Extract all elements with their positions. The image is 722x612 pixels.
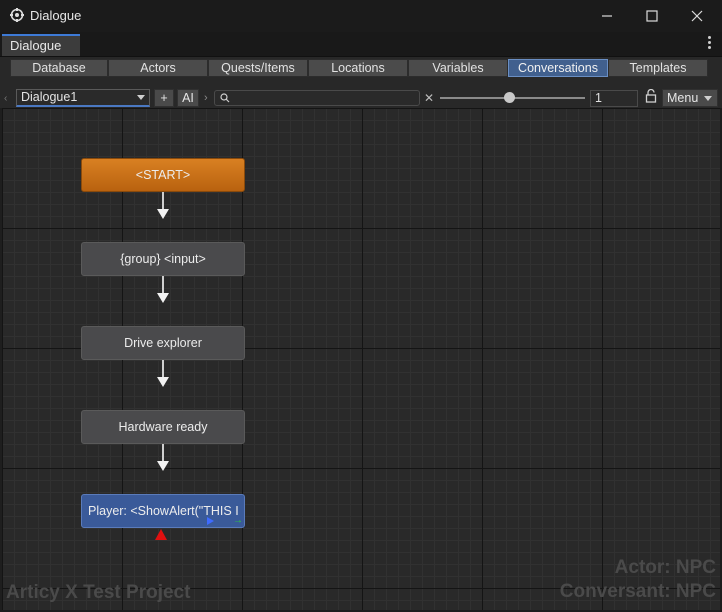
window-title: Dialogue xyxy=(30,8,82,23)
conversation-select[interactable]: Dialogue1 xyxy=(16,89,150,107)
red-arrow-icon xyxy=(155,529,167,540)
node-player-show-alert[interactable]: Player: <ShowAlert("THIS I xyxy=(81,494,245,528)
node-group-input[interactable]: {group} <input> xyxy=(81,242,245,276)
clear-search-icon[interactable]: ✕ xyxy=(424,91,434,105)
title-bar: Dialogue xyxy=(0,0,722,32)
project-watermark: Articy X Test Project xyxy=(6,582,191,603)
search-icon xyxy=(220,93,230,103)
tab-dialogue[interactable]: Dialogue xyxy=(2,34,80,56)
link-arrow-icon xyxy=(157,209,169,219)
unlock-icon[interactable] xyxy=(645,89,657,103)
node-hardware-ready[interactable]: Hardware ready xyxy=(81,410,245,444)
tab-variables[interactable]: Variables xyxy=(408,59,508,77)
tab-quests-items[interactable]: Quests/Items xyxy=(208,59,308,77)
add-conversation-button[interactable]: + xyxy=(154,89,174,107)
chevron-down-icon xyxy=(704,96,712,101)
conversation-toolbar: ‹ Dialogue1 + AI › ✕ 1 Menu xyxy=(0,89,722,109)
maximize-button[interactable] xyxy=(629,0,675,32)
maximize-icon xyxy=(646,10,658,22)
node-graph-canvas[interactable]: <START> {group} <input> Drive explorer H… xyxy=(2,108,720,610)
chevron-down-icon xyxy=(137,95,145,100)
actor-watermark: Actor: NPC xyxy=(614,557,716,578)
tab-database[interactable]: Database xyxy=(10,59,108,77)
search-input[interactable] xyxy=(214,90,420,106)
section-tabs: Database Actors Quests/Items Locations V… xyxy=(10,59,708,77)
more-options-icon[interactable] xyxy=(708,36,712,52)
editor-tab-strip: Dialogue xyxy=(0,32,722,57)
link-arrow-icon xyxy=(157,461,169,471)
play-icon xyxy=(207,517,214,525)
conversant-watermark: Conversant: NPC xyxy=(559,581,716,602)
conversation-select-value: Dialogue1 xyxy=(21,90,78,104)
node-drive-explorer[interactable]: Drive explorer xyxy=(81,326,245,360)
close-icon xyxy=(691,10,703,22)
zoom-field[interactable]: 1 xyxy=(590,90,638,107)
menu-button-label: Menu xyxy=(667,91,699,105)
zoom-slider-handle[interactable] xyxy=(504,92,515,103)
tab-templates[interactable]: Templates xyxy=(608,59,708,77)
link-arrow-icon xyxy=(157,377,169,387)
close-button[interactable] xyxy=(674,0,720,32)
menu-button[interactable]: Menu xyxy=(662,89,718,107)
ai-button[interactable]: AI xyxy=(177,89,199,107)
tab-actors[interactable]: Actors xyxy=(108,59,208,77)
toolbar: Database Actors Quests/Items Locations V… xyxy=(0,57,722,108)
chevron-left-icon[interactable]: ‹ xyxy=(4,93,7,104)
green-arrow-icon: → xyxy=(233,515,243,526)
tab-conversations[interactable]: Conversations xyxy=(508,59,608,77)
unity-gear-icon xyxy=(10,8,24,22)
node-start[interactable]: <START> xyxy=(81,158,245,192)
minimize-icon xyxy=(602,15,612,17)
minimize-button[interactable] xyxy=(584,0,630,32)
chevron-right-icon[interactable]: › xyxy=(204,92,208,104)
tab-locations[interactable]: Locations xyxy=(308,59,408,77)
link-arrow-icon xyxy=(157,293,169,303)
